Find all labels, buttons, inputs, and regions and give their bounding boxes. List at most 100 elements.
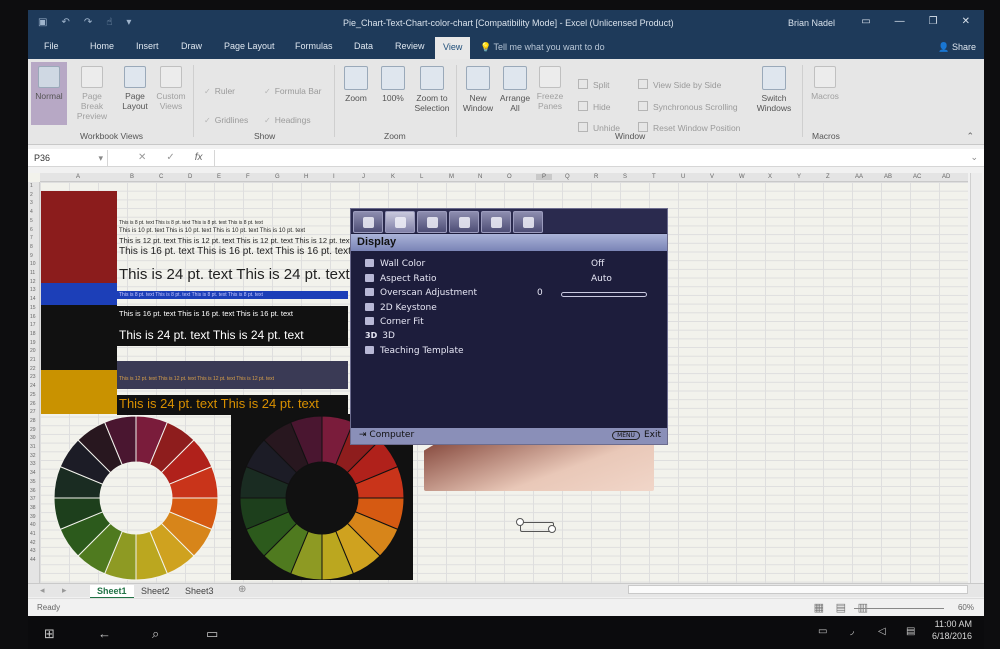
vertical-scrollbar[interactable] bbox=[970, 173, 982, 583]
task-view-icon[interactable]: ▭ bbox=[206, 626, 218, 642]
clock[interactable]: 11:00 AM 6/18/2016 bbox=[932, 618, 972, 642]
osd-item-aspect-ratio[interactable]: Aspect Ratio bbox=[365, 274, 437, 284]
zoom-button[interactable]: Zoom bbox=[341, 66, 371, 103]
volume-icon[interactable]: ◁ bbox=[878, 626, 886, 637]
column-header[interactable]: AA bbox=[855, 174, 863, 180]
osd-item-3d[interactable]: 3D 3D bbox=[365, 331, 395, 341]
column-header[interactable]: AB bbox=[884, 174, 892, 180]
row-header[interactable]: 6 bbox=[30, 227, 33, 233]
row-header[interactable]: 14 bbox=[30, 296, 36, 302]
row-header[interactable]: 5 bbox=[30, 218, 33, 224]
row-header[interactable]: 41 bbox=[30, 531, 36, 537]
tell-me-box[interactable]: 💡 Tell me what you want to do bbox=[480, 42, 605, 53]
next-sheet-icon[interactable]: ▸ bbox=[62, 585, 67, 596]
column-header[interactable]: F bbox=[246, 174, 250, 180]
row-header[interactable]: 1 bbox=[30, 183, 33, 189]
minimize-icon[interactable]: — bbox=[895, 16, 905, 27]
column-header[interactable]: E bbox=[217, 174, 221, 180]
macros-button[interactable]: Macros bbox=[808, 66, 842, 101]
osd-item-corner-fit[interactable]: Corner Fit bbox=[365, 317, 424, 327]
shape-handle[interactable] bbox=[548, 525, 556, 533]
column-header[interactable]: B bbox=[130, 174, 134, 180]
row-header[interactable]: 34 bbox=[30, 470, 36, 476]
row-header[interactable]: 24 bbox=[30, 383, 36, 389]
ruler-checkbox[interactable]: Ruler bbox=[204, 86, 235, 96]
column-header[interactable]: Y bbox=[797, 174, 801, 180]
battery-icon[interactable]: ▭ bbox=[818, 626, 827, 637]
column-header[interactable]: V bbox=[710, 174, 714, 180]
name-box[interactable]: P36 ▾ bbox=[30, 150, 108, 166]
undo-icon[interactable]: ↶ bbox=[61, 17, 69, 28]
osd-tab-display-icon[interactable] bbox=[385, 211, 415, 233]
row-header[interactable]: 32 bbox=[30, 453, 36, 459]
touch-mode-icon[interactable]: ☝ bbox=[106, 17, 112, 28]
ribbon-display-icon[interactable]: ▭ bbox=[861, 16, 870, 27]
row-header[interactable]: 16 bbox=[30, 314, 36, 320]
overscan-slider[interactable] bbox=[561, 292, 647, 297]
column-header[interactable]: H bbox=[304, 174, 308, 180]
windows-start-icon[interactable]: ⊞ bbox=[44, 626, 55, 642]
row-header[interactable]: 31 bbox=[30, 444, 36, 450]
row-header[interactable]: 11 bbox=[30, 270, 35, 276]
view-side-by-side-button[interactable]: View Side by Side bbox=[638, 79, 721, 90]
share-button[interactable]: 👤 Share bbox=[938, 42, 976, 53]
split-button[interactable]: Split bbox=[578, 79, 610, 90]
arrange-all-button[interactable]: Arrange All bbox=[498, 66, 532, 113]
row-header[interactable]: 40 bbox=[30, 522, 36, 528]
column-header[interactable]: P bbox=[536, 174, 553, 180]
row-header[interactable]: 28 bbox=[30, 418, 36, 424]
osd-tab-installation-icon[interactable] bbox=[417, 211, 447, 233]
column-header[interactable]: U bbox=[681, 174, 685, 180]
sheet-tab-sheet1[interactable]: Sheet1 bbox=[90, 585, 134, 599]
new-sheet-icon[interactable]: ⊕ bbox=[238, 584, 246, 595]
row-header[interactable]: 33 bbox=[30, 461, 36, 467]
tab-insert[interactable]: Insert bbox=[136, 41, 159, 51]
column-header[interactable]: A bbox=[76, 174, 80, 180]
column-header[interactable]: I bbox=[333, 174, 335, 180]
row-header[interactable]: 8 bbox=[30, 244, 33, 250]
tab-page-layout[interactable]: Page Layout bbox=[224, 41, 275, 51]
close-icon[interactable]: ✕ bbox=[962, 16, 970, 27]
row-header[interactable]: 9 bbox=[30, 253, 33, 259]
column-header[interactable]: Z bbox=[826, 174, 830, 180]
normal-view-button[interactable]: Normal bbox=[31, 62, 67, 125]
custom-views-button[interactable]: Custom Views bbox=[154, 66, 188, 111]
new-window-button[interactable]: New Window bbox=[460, 66, 496, 113]
gridlines-checkbox[interactable]: Gridlines bbox=[204, 115, 249, 125]
row-header[interactable]: 21 bbox=[30, 357, 36, 363]
insert-function-button[interactable]: fx bbox=[195, 152, 203, 163]
row-header[interactable]: 23 bbox=[30, 374, 36, 380]
osd-item-overscan[interactable]: Overscan Adjustment bbox=[365, 288, 477, 298]
row-header[interactable]: 30 bbox=[30, 435, 36, 441]
column-header[interactable]: M bbox=[449, 174, 454, 180]
save-icon[interactable]: ▣ bbox=[38, 17, 47, 28]
osd-tab-info-icon[interactable] bbox=[513, 211, 543, 233]
shape-handle[interactable] bbox=[516, 518, 524, 526]
tab-data[interactable]: Data bbox=[354, 41, 373, 51]
row-header[interactable]: 36 bbox=[30, 488, 36, 494]
enter-icon[interactable]: ✓ bbox=[166, 152, 174, 163]
row-header[interactable]: 42 bbox=[30, 540, 36, 546]
column-header[interactable]: W bbox=[739, 174, 745, 180]
row-header[interactable]: 18 bbox=[30, 331, 36, 337]
row-header[interactable]: 43 bbox=[30, 548, 36, 554]
zoom-level[interactable]: 60% bbox=[958, 603, 974, 612]
column-header[interactable]: K bbox=[391, 174, 395, 180]
row-header[interactable]: 22 bbox=[30, 366, 36, 372]
osd-exit[interactable]: MENU Exit bbox=[612, 430, 661, 440]
reset-window-position-button[interactable]: Reset Window Position bbox=[638, 122, 740, 133]
row-header[interactable]: 20 bbox=[30, 348, 36, 354]
formula-bar-checkbox[interactable]: Formula Bar bbox=[264, 86, 322, 96]
row-header[interactable]: 19 bbox=[30, 340, 36, 346]
column-header[interactable]: D bbox=[188, 174, 192, 180]
zoom-100-button[interactable]: 100% bbox=[378, 66, 408, 103]
page-break-preview-button[interactable]: Page Break Preview bbox=[70, 66, 114, 121]
column-header[interactable]: N bbox=[478, 174, 482, 180]
zoom-slider[interactable] bbox=[854, 608, 944, 609]
search-icon[interactable]: ⌕ bbox=[152, 626, 159, 642]
headings-checkbox[interactable]: Headings bbox=[264, 115, 311, 125]
hide-button[interactable]: Hide bbox=[578, 101, 610, 112]
row-header[interactable]: 27 bbox=[30, 409, 36, 415]
back-icon[interactable]: ← bbox=[98, 626, 111, 641]
column-header[interactable]: AC bbox=[913, 174, 921, 180]
